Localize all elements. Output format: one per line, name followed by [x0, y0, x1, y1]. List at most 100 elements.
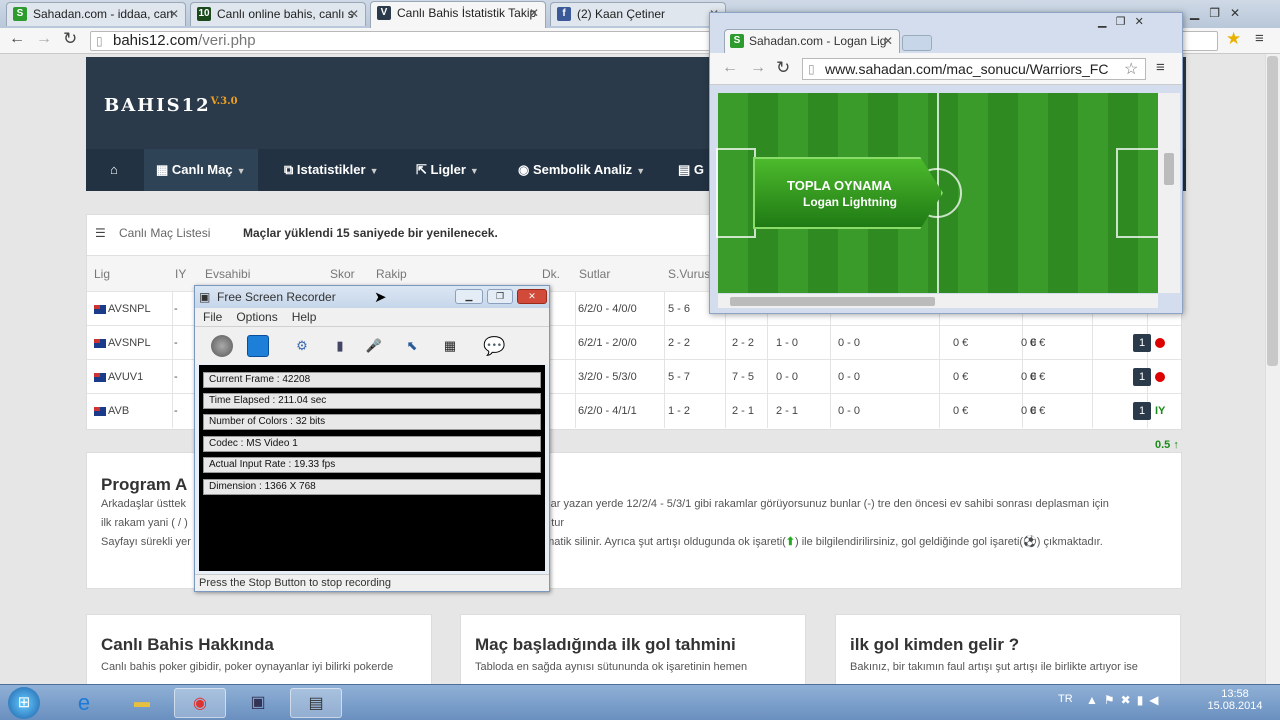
nav-label: Canlı Maç — [171, 162, 233, 177]
internet-explorer-icon[interactable]: e — [58, 688, 110, 718]
new-tab-button[interactable] — [902, 35, 932, 51]
maximize-button[interactable]: ❐ — [487, 289, 513, 304]
stat-codec: Codec : MS Video 1 — [203, 436, 541, 452]
cell-divider — [172, 360, 173, 394]
program-text-line3: omatik silinir. Ayrıca şut artışı oldugu… — [539, 533, 1103, 552]
league-code: AVUV1 — [108, 371, 144, 383]
menu-options[interactable]: Options — [236, 310, 277, 324]
close-button[interactable]: ✕ — [517, 289, 547, 304]
calendar-icon: ▤ — [678, 162, 694, 177]
cursor-icon[interactable]: ⬉ — [401, 335, 423, 357]
card-title: Canlı Maç Listesi — [119, 226, 211, 240]
back-icon[interactable]: ← — [722, 59, 738, 77]
banner-title: TOPLA OYNAMA — [787, 178, 892, 193]
info-card-title: Canlı Bahis Hakkında — [101, 635, 274, 654]
badge-cell: 1 — [1133, 326, 1151, 360]
network-app-icon[interactable]: ▣ — [232, 688, 284, 718]
menu-icon[interactable]: ≡ — [1156, 59, 1165, 76]
microphone-icon[interactable]: 🎤 — [363, 335, 385, 357]
cell-c4: 0 € — [953, 405, 969, 417]
info-card-title: ilk gol kimden gelir ? — [850, 635, 1020, 654]
nav-label: G — [693, 162, 705, 177]
tab-bahis12[interactable]: V Canlı Bahis İstatistik Takip ✕ — [370, 1, 546, 28]
close-tab-icon[interactable]: ✕ — [349, 3, 359, 25]
pitch-left-box — [716, 148, 756, 238]
nav-home[interactable]: ⌂ — [98, 149, 130, 191]
close-tab-icon[interactable]: ✕ — [529, 2, 539, 24]
url-host: bahis12.com — [113, 32, 199, 49]
settings-icon[interactable]: ⚙ — [291, 335, 313, 357]
count-badge[interactable]: 1 — [1133, 334, 1151, 352]
film-strip-icon[interactable]: ▮ — [329, 335, 351, 357]
goal-alert-dot-icon — [1155, 372, 1165, 383]
popup-scrollbar[interactable] — [1158, 93, 1180, 293]
count-badge[interactable]: 1 — [1133, 402, 1151, 420]
menu-file[interactable]: File — [203, 310, 222, 324]
site-logo[interactable]: BAHIS12V.3.0 — [104, 95, 238, 116]
menu-help[interactable]: Help — [292, 310, 317, 324]
cell-svurus: 5 - 6 — [668, 303, 691, 315]
nav-sembolik-analiz[interactable]: ◉ Sembolik Analiz ▼ — [506, 149, 657, 191]
popup-scrollbar-thumb[interactable] — [1164, 153, 1174, 185]
pitch-animation: TOPLA OYNAMA Logan Lightning — [716, 93, 1160, 293]
col-iy[interactable]: IY — [175, 259, 186, 289]
popup-hscrollbar-thumb[interactable] — [730, 297, 935, 306]
cell-svurus: 2 - 2 — [668, 337, 691, 349]
tab-facebook[interactable]: f(2) Kaan Çetiner✕ — [550, 2, 726, 26]
bookmark-star-icon[interactable]: ☆ — [1124, 59, 1138, 79]
record-icon[interactable] — [211, 335, 233, 357]
popup-tab[interactable]: S Sahadan.com - Logan Lig ✕ — [724, 29, 900, 53]
language-indicator[interactable]: TR — [1058, 693, 1073, 705]
program-title: Program A — [101, 475, 188, 494]
popup-address-bar[interactable]: ▯ www.sahadan.com/mac_sonucu/Warriors_FC — [802, 58, 1146, 80]
nav-ligler[interactable]: ⇱ Ligler ▼ — [404, 149, 491, 191]
window-controls[interactable]: ▁ ❐ ✕ — [1190, 6, 1240, 20]
clapperboard-icon[interactable]: ▦ — [439, 335, 461, 357]
clock-time: 13:58 — [1221, 688, 1249, 700]
soccer-ball-icon: ⚽ — [1023, 536, 1037, 548]
clock[interactable]: 13:58 15.08.2014 — [1205, 688, 1265, 712]
recorder-menubar: File Options Help — [195, 308, 549, 326]
reload-icon[interactable]: ↻ — [776, 58, 790, 78]
chrome-icon[interactable]: ◉ — [174, 688, 226, 718]
close-tab-icon[interactable]: ✕ — [883, 30, 893, 52]
start-button[interactable]: ⊞ — [8, 687, 40, 719]
popup-hscrollbar[interactable] — [718, 294, 1158, 308]
count-badge[interactable]: 1 — [1133, 368, 1151, 386]
cell-c2: 2 - 1 — [776, 405, 799, 417]
col-svurus[interactable]: S.Vurus — [668, 259, 710, 289]
tray-icons[interactable]: ▲⚑✖▮◀ — [1086, 693, 1165, 707]
caret-down-icon: ▼ — [236, 166, 246, 176]
info-card: Maç başladığında ilk gol tahmini Tabloda… — [460, 614, 806, 684]
file-explorer-icon[interactable]: ▬ — [116, 688, 168, 718]
cell-sutlar: 3/2/0 - 5/3/0 — [578, 371, 637, 383]
windows-taskbar: ⊞ e ▬ ◉ ▣ ▤ TR ▲⚑✖▮◀ 13:58 15.08.2014 — [0, 684, 1280, 720]
reload-icon[interactable]: ↻ — [63, 29, 77, 49]
forward-icon[interactable]: → — [750, 59, 766, 77]
bookmark-star-icon[interactable]: ★ — [1226, 29, 1241, 49]
col-sutlar[interactable]: Sutlar — [579, 259, 610, 289]
nav-istatistikler[interactable]: ⧉ Istatistikler ▼ — [272, 149, 390, 191]
caret-down-icon: ▼ — [369, 166, 379, 176]
program-text: Sayfayı sürekli yer — [101, 536, 191, 548]
popup-browser-window: ▁ ❐ ✕ S Sahadan.com - Logan Lig ✕ ← → ↻ ▯ w… — [709, 12, 1183, 314]
cell-divider — [575, 326, 576, 360]
minimize-button[interactable]: ▁ — [455, 289, 483, 304]
screen-recorder-taskbar-icon[interactable]: ▤ — [290, 688, 342, 718]
tab-label: Sahadan.com - iddaa, can — [33, 7, 174, 21]
nav-canli-mac[interactable]: ▦ Canlı Maç ▼ — [144, 149, 258, 191]
cell-iy: - — [174, 303, 178, 315]
tab-canli-online[interactable]: 10 Canlı online bahis, canlı s ✕ — [190, 2, 366, 26]
info-bubble-icon[interactable]: 💬 — [483, 335, 505, 357]
popup-window-controls[interactable]: ▁ ❐ ✕ — [1098, 15, 1144, 28]
close-tab-icon[interactable]: ✕ — [169, 3, 179, 25]
col-lig[interactable]: Lig — [94, 259, 110, 289]
page-scrollbar-thumb[interactable] — [1267, 56, 1278, 366]
menu-icon[interactable]: ≡ — [1255, 30, 1264, 47]
tab-sahadan[interactable]: S Sahadan.com - iddaa, can ✕ — [6, 2, 186, 26]
back-icon[interactable]: ← — [9, 30, 25, 48]
info-card-text: Tabloda en sağda aynısı sütununda ok işa… — [475, 661, 748, 673]
stop-icon[interactable] — [247, 335, 269, 357]
goal-alert-dot-icon — [1155, 338, 1165, 349]
forward-icon[interactable]: → — [36, 30, 52, 48]
